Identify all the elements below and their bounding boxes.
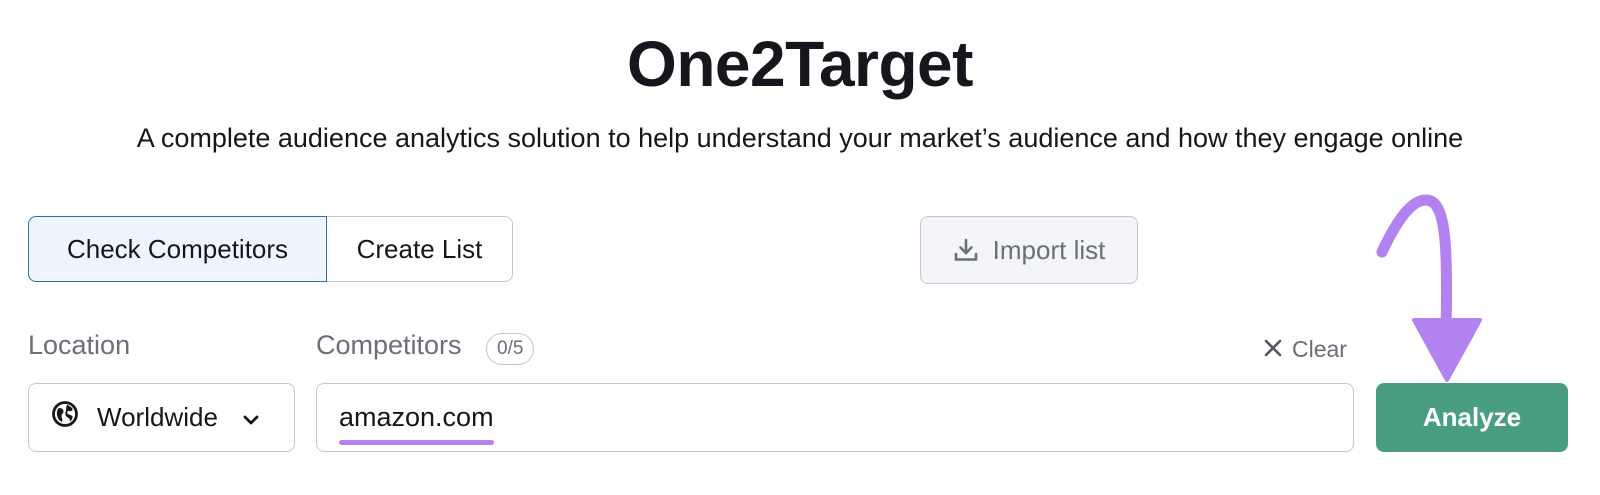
competitors-label: Competitors [316,330,462,360]
competitors-count-badge: 0/5 [486,333,535,365]
page-title: One2Target [627,28,973,100]
analyze-button[interactable]: Analyze [1376,383,1568,452]
page: One2Target A complete audience analytics… [0,0,1600,495]
check-competitors-tab[interactable]: Check Competitors [28,216,327,282]
download-icon [953,237,979,263]
competitor-input[interactable]: amazon.com [316,383,1354,452]
location-value: Worldwide [97,402,218,432]
close-icon [1264,336,1282,363]
import-list-label: Import list [992,234,1106,265]
highlight-underline [339,440,494,445]
import-list-button[interactable]: Import list [920,216,1138,284]
clear-label: Clear [1292,335,1347,362]
chevron-down-icon [242,402,260,433]
competitor-domain-text: amazon.com [339,402,494,432]
location-label: Location [28,330,131,360]
clear-button[interactable]: Clear [1264,332,1347,366]
globe-icon [51,400,79,435]
mode-toggle-group: Check Competitors Create List [28,216,513,284]
annotation-arrow-icon [1376,194,1482,382]
page-subtitle: A complete audience analytics solution t… [136,123,1464,153]
create-list-tab[interactable]: Create List [327,216,513,282]
location-dropdown[interactable]: Worldwide [28,383,295,452]
competitor-input-value: amazon.com [339,402,494,445]
